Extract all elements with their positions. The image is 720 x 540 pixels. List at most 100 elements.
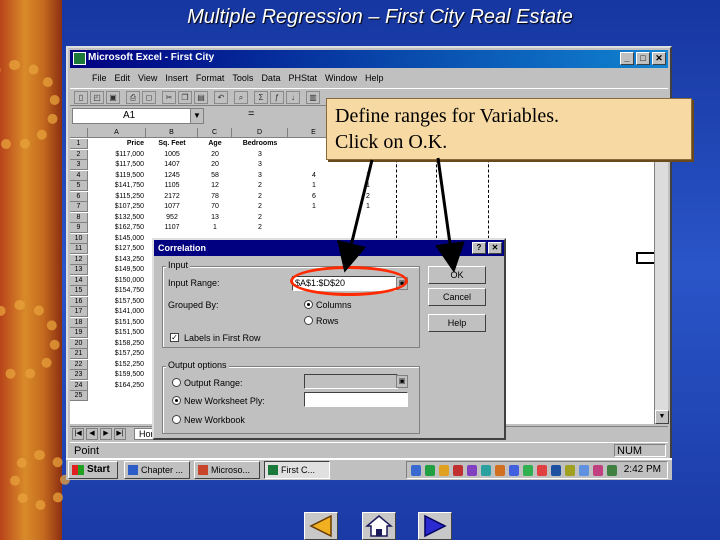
- table-cell[interactable]: 20: [198, 160, 232, 170]
- next-slide-button[interactable]: [418, 512, 452, 540]
- menu-item-tools[interactable]: Tools: [232, 70, 253, 86]
- row-header[interactable]: 19: [70, 328, 88, 338]
- row-header[interactable]: 25: [70, 391, 88, 401]
- preview-icon[interactable]: ◻: [142, 91, 156, 104]
- paste-icon[interactable]: ▤: [194, 91, 208, 104]
- row-header[interactable]: 2: [70, 149, 88, 160]
- ok-button[interactable]: OK: [428, 266, 486, 284]
- table-cell[interactable]: $141,000: [88, 307, 146, 317]
- task-button-first-city[interactable]: First C...: [264, 461, 330, 479]
- help-icon[interactable]: ?: [472, 242, 486, 254]
- row-header[interactable]: 24: [70, 380, 88, 391]
- menu-item-format[interactable]: Format: [196, 70, 225, 86]
- close-icon[interactable]: ✕: [652, 52, 666, 65]
- row-header[interactable]: 8: [70, 212, 88, 223]
- tray-app-icon[interactable]: [565, 465, 575, 476]
- row-header[interactable]: 18: [70, 317, 88, 328]
- new-icon[interactable]: ▯: [74, 91, 88, 104]
- table-cell[interactable]: 12: [198, 181, 232, 191]
- menu-item-file[interactable]: File: [92, 70, 107, 86]
- table-cell[interactable]: $158,250: [88, 339, 146, 349]
- tray-app-icon[interactable]: [509, 465, 519, 476]
- row-header[interactable]: 17: [70, 307, 88, 317]
- menu-item-data[interactable]: Data: [261, 70, 280, 86]
- table-cell[interactable]: 1107: [146, 223, 198, 233]
- table-cell[interactable]: 3: [232, 160, 288, 170]
- collapse-dialog-icon[interactable]: ▣: [396, 375, 408, 388]
- excel-titlebar[interactable]: Microsoft Excel - First City _ □ ✕: [70, 50, 668, 68]
- new-worksheet-radio[interactable]: [172, 396, 181, 405]
- table-cell[interactable]: 2: [340, 192, 396, 202]
- table-cell[interactable]: 1105: [146, 181, 198, 191]
- table-cell[interactable]: 1: [288, 202, 340, 212]
- menu-item-window[interactable]: Window: [325, 70, 357, 86]
- first-sheet-icon[interactable]: |◀: [72, 428, 84, 440]
- table-cell[interactable]: 1407: [146, 160, 198, 170]
- row-header[interactable]: 5: [70, 181, 88, 191]
- close-icon[interactable]: ✕: [488, 242, 502, 254]
- output-range-field[interactable]: [304, 374, 398, 389]
- help-button[interactable]: Help: [428, 314, 486, 332]
- row-header[interactable]: 22: [70, 359, 88, 370]
- table-cell[interactable]: 1245: [146, 171, 198, 181]
- row-header[interactable]: 9: [70, 223, 88, 233]
- tray-app-icon[interactable]: [439, 465, 449, 476]
- table-cell[interactable]: Price: [88, 139, 146, 149]
- dialog-titlebar[interactable]: Correlation ? ✕: [154, 240, 504, 256]
- table-cell[interactable]: $149,500: [88, 265, 146, 275]
- cancel-button[interactable]: Cancel: [428, 288, 486, 306]
- table-cell[interactable]: 952: [146, 213, 198, 223]
- last-sheet-icon[interactable]: ▶|: [114, 428, 126, 440]
- table-cell[interactable]: 2: [232, 192, 288, 202]
- row-header[interactable]: 12: [70, 254, 88, 265]
- table-cell[interactable]: $162,750: [88, 223, 146, 233]
- table-cell[interactable]: $145,000: [88, 234, 146, 244]
- table-cell[interactable]: $117,500: [88, 160, 146, 170]
- tray-app-icon[interactable]: [537, 465, 547, 476]
- table-cell[interactable]: 3: [232, 171, 288, 181]
- new-workbook-radio[interactable]: [172, 415, 181, 424]
- labels-first-row-checkbox[interactable]: ✓: [170, 333, 179, 342]
- sort-icon[interactable]: ↓: [286, 91, 300, 104]
- table-cell[interactable]: Age: [198, 139, 232, 149]
- name-box[interactable]: A1: [72, 108, 198, 124]
- tray-app-icon[interactable]: [425, 465, 435, 476]
- table-cell[interactable]: 1: [198, 223, 232, 233]
- table-cell[interactable]: Sq. Feet: [146, 139, 198, 149]
- menu-item-edit[interactable]: Edit: [115, 70, 131, 86]
- tray-app-icon[interactable]: [523, 465, 533, 476]
- scroll-down-icon[interactable]: ▼: [655, 410, 669, 424]
- table-cell[interactable]: [288, 213, 340, 223]
- zoom-icon[interactable]: ⌕: [234, 91, 248, 104]
- menu-item-help[interactable]: Help: [365, 70, 384, 86]
- column-header[interactable]: C: [198, 128, 232, 138]
- copy-icon[interactable]: ❐: [178, 91, 192, 104]
- table-cell[interactable]: $107,250: [88, 202, 146, 212]
- chart-icon[interactable]: ▥: [306, 91, 320, 104]
- row-header[interactable]: 21: [70, 349, 88, 359]
- table-cell[interactable]: [340, 160, 396, 170]
- table-cell[interactable]: 58: [198, 171, 232, 181]
- task-button-microsoft[interactable]: Microso...: [194, 461, 260, 479]
- save-icon[interactable]: ▣: [106, 91, 120, 104]
- table-cell[interactable]: 70: [198, 202, 232, 212]
- tray-app-icon[interactable]: [467, 465, 477, 476]
- row-header[interactable]: 23: [70, 370, 88, 380]
- row-header[interactable]: 3: [70, 160, 88, 170]
- tray-app-icon[interactable]: [551, 465, 561, 476]
- menu-item-view[interactable]: View: [138, 70, 157, 86]
- table-cell[interactable]: $115,250: [88, 192, 146, 202]
- undo-icon[interactable]: ↶: [214, 91, 228, 104]
- table-cell[interactable]: $117,000: [88, 150, 146, 160]
- function-icon[interactable]: ƒ: [270, 91, 284, 104]
- new-worksheet-field[interactable]: [304, 392, 408, 407]
- column-header[interactable]: B: [146, 128, 198, 138]
- tray-app-icon[interactable]: [495, 465, 505, 476]
- table-cell[interactable]: 2: [232, 202, 288, 212]
- cut-icon[interactable]: ✂: [162, 91, 176, 104]
- table-cell[interactable]: 1077: [146, 202, 198, 212]
- table-cell[interactable]: 13: [198, 213, 232, 223]
- row-header[interactable]: 15: [70, 286, 88, 296]
- row-header[interactable]: 11: [70, 244, 88, 254]
- sum-icon[interactable]: Σ: [254, 91, 268, 104]
